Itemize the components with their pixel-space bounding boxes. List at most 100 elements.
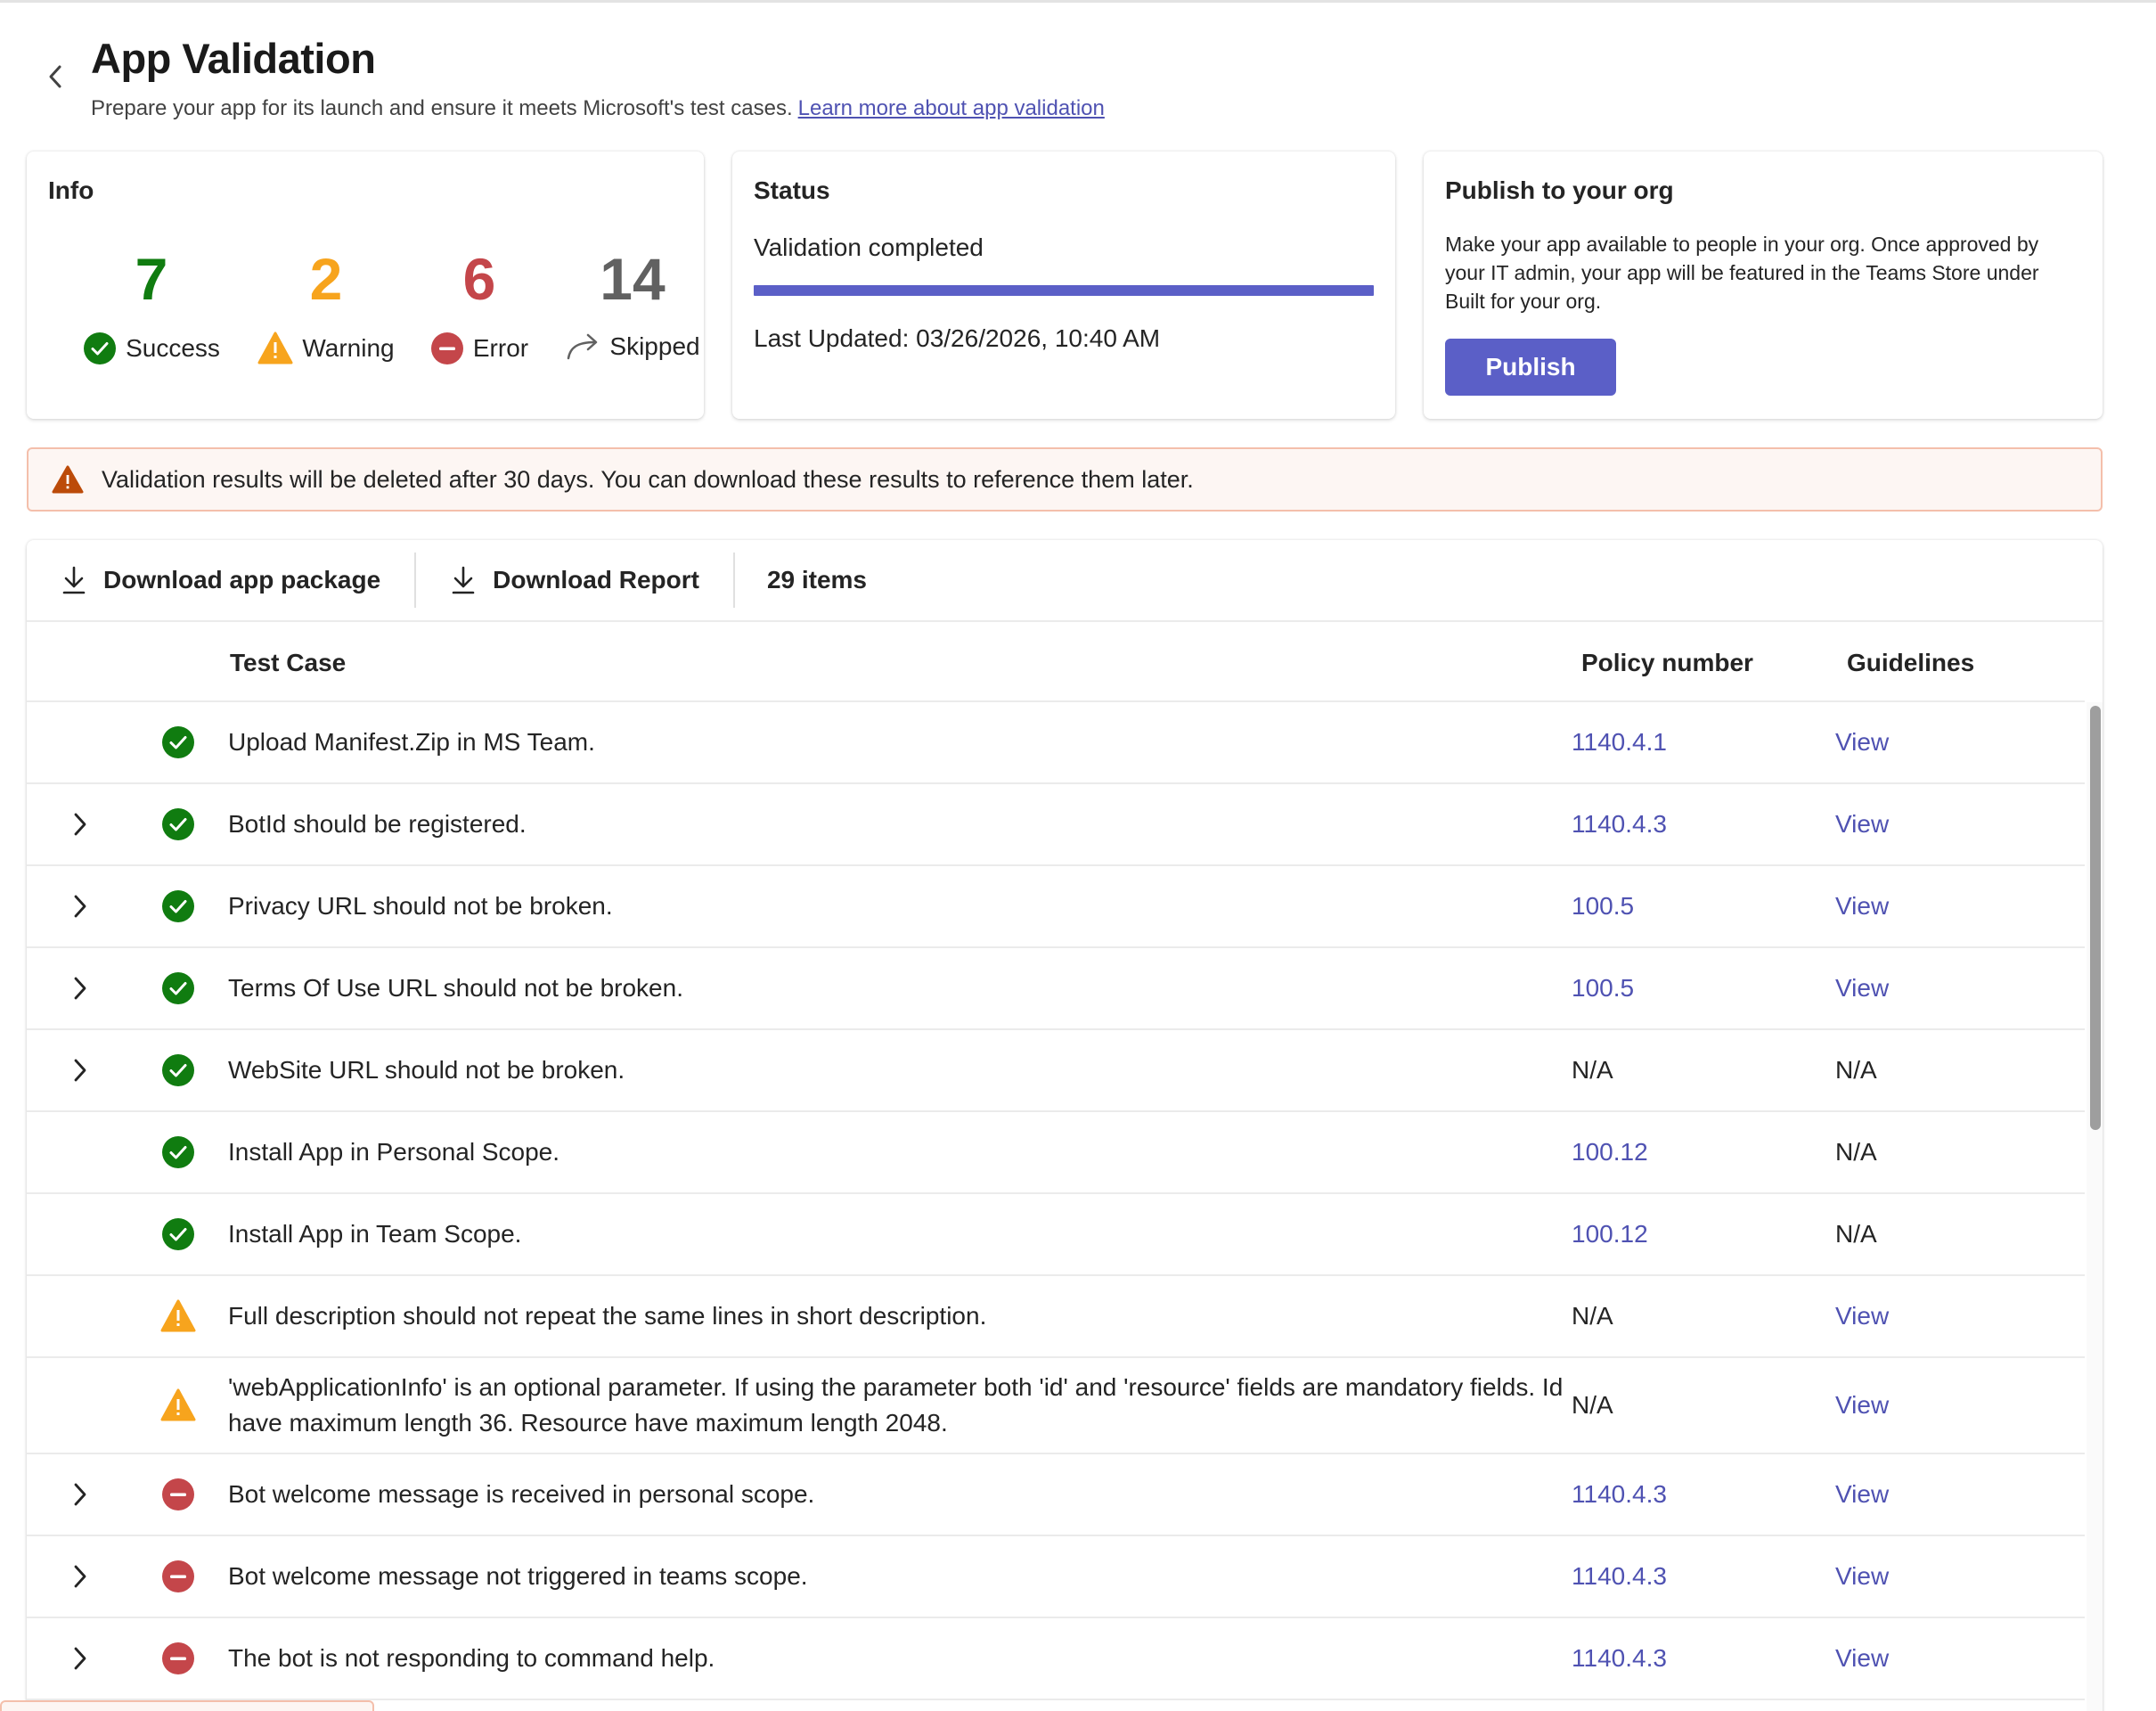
test-case-text: Install App in Team Scope. xyxy=(228,1220,522,1248)
expand-row-button[interactable] xyxy=(62,784,98,864)
check-circle-icon xyxy=(162,1054,194,1086)
stat-error: 6 Error xyxy=(399,250,559,365)
download-icon xyxy=(62,566,86,594)
guidelines-view-link[interactable]: View xyxy=(1835,784,1889,864)
info-card-title: Info xyxy=(48,176,94,204)
test-case-text: Terms Of Use URL should not be broken. xyxy=(228,974,683,1002)
publish-card: Publish to your org Make your app availa… xyxy=(1424,151,2103,419)
table-scrollbar[interactable] xyxy=(2087,702,2103,1711)
download-app-package-label: Download app package xyxy=(103,566,381,594)
table-row[interactable]: Privacy URL should not be broken. 100.5 Vi… xyxy=(27,866,2085,948)
check-circle-icon xyxy=(162,726,194,758)
publish-description: Make your app available to people in you… xyxy=(1445,233,2039,313)
warning-triangle-icon xyxy=(52,465,84,494)
guidelines-view-link[interactable]: View xyxy=(1835,1618,1889,1699)
publish-button[interactable]: Publish xyxy=(1445,339,1616,396)
check-circle-icon xyxy=(84,332,117,364)
learn-more-link[interactable]: Learn more about app validation xyxy=(798,96,1105,120)
validation-progress-bar xyxy=(754,285,1374,296)
download-report-button[interactable]: Download Report xyxy=(416,553,733,608)
chevron-right-icon xyxy=(74,895,86,918)
skipped-count: 14 xyxy=(600,246,666,312)
guidelines-view-link[interactable]: View xyxy=(1835,948,1889,1028)
table-row[interactable]: The bot is not responding to command hel… xyxy=(27,1618,2085,1700)
page-subtitle: Prepare your app for its launch and ensu… xyxy=(91,96,1105,121)
expand-row-button[interactable] xyxy=(62,1536,98,1617)
table-row[interactable]: Bot welcome message not triggered in tea… xyxy=(27,1536,2085,1618)
policy-number-link[interactable]: 100.12 xyxy=(1572,1194,1648,1274)
status-card: Status Validation completed Last Updated… xyxy=(732,151,1395,419)
table-row[interactable]: 'webApplicationInfo' is an optional para… xyxy=(27,1358,2085,1454)
warning-label-row: Warning xyxy=(246,332,406,365)
test-case-text: Bot welcome message not triggered in tea… xyxy=(228,1562,808,1590)
table-row[interactable]: WebSite URL should not be broken. N/A N/A xyxy=(27,1030,2085,1112)
policy-number-link[interactable]: 100.5 xyxy=(1572,866,1634,946)
arrow-forward-icon xyxy=(568,333,598,360)
download-report-label: Download Report xyxy=(493,566,699,594)
expand-row-button[interactable] xyxy=(62,1454,98,1535)
table-row[interactable]: Bot welcome message is received in perso… xyxy=(27,1454,2085,1536)
skipped-label: Skipped xyxy=(609,332,700,360)
guidelines-view-link[interactable]: View xyxy=(1835,1536,1889,1617)
policy-number-link[interactable]: 1140.4.3 xyxy=(1572,1536,1667,1617)
test-case-text: 'webApplicationInfo' is an optional para… xyxy=(228,1373,1564,1437)
success-count: 7 xyxy=(135,246,168,312)
guidelines-text: N/A xyxy=(1835,1220,1877,1248)
download-app-package-button[interactable]: Download app package xyxy=(27,553,414,608)
policy-number-link[interactable]: 100.5 xyxy=(1572,948,1634,1028)
expand-row-button[interactable] xyxy=(62,1618,98,1699)
table-row[interactable]: Install App in Personal Scope. 100.12 N/A xyxy=(27,1112,2085,1194)
row-status-icon xyxy=(160,1358,196,1453)
table-header: Test Case Policy number Guidelines xyxy=(27,622,2085,702)
back-button[interactable] xyxy=(39,59,71,94)
guidelines-view-link[interactable]: View xyxy=(1835,1276,1889,1356)
stat-skipped: 14 Skipped xyxy=(552,250,713,362)
warning-triangle-icon xyxy=(257,332,293,364)
download-icon xyxy=(452,566,475,594)
guidelines-text: N/A xyxy=(1835,1138,1877,1166)
policy-number-link[interactable]: 1140.4.1 xyxy=(1572,702,1667,782)
row-status-icon xyxy=(160,1112,196,1192)
header-guidelines[interactable]: Guidelines xyxy=(1847,649,1974,677)
row-status-icon xyxy=(160,1536,196,1617)
table-row[interactable]: Terms Of Use URL should not be broken. 10… xyxy=(27,948,2085,1030)
expand-row-button[interactable] xyxy=(62,866,98,946)
row-status-icon xyxy=(160,1618,196,1699)
policy-number-link[interactable]: 1140.4.3 xyxy=(1572,1618,1667,1699)
guidelines-view-link[interactable]: View xyxy=(1835,866,1889,946)
policy-number-text: N/A xyxy=(1572,1302,1613,1330)
chevron-right-icon xyxy=(74,1565,86,1588)
check-circle-icon xyxy=(162,972,194,1004)
table-row[interactable]: BotId should be registered. 1140.4.3 View xyxy=(27,784,2085,866)
table-row[interactable]: Full description should not repeat the s… xyxy=(27,1276,2085,1358)
guidelines-view-link[interactable]: View xyxy=(1835,1358,1889,1453)
test-case-text: Privacy URL should not be broken. xyxy=(228,892,613,920)
scrollbar-thumb[interactable] xyxy=(2090,706,2101,1130)
test-case-text: Upload Manifest.Zip in MS Team. xyxy=(228,728,595,756)
row-status-icon xyxy=(160,1454,196,1535)
expand-row-button[interactable] xyxy=(62,1030,98,1110)
table-row[interactable]: Install App in Team Scope. 100.12 N/A xyxy=(27,1194,2085,1276)
table-row[interactable]: Upload Manifest.Zip in MS Team. 1140.4.1 V… xyxy=(27,702,2085,784)
guidelines-view-link[interactable]: View xyxy=(1835,1454,1889,1535)
guidelines-text: N/A xyxy=(1835,1056,1877,1084)
guidelines-view-link[interactable]: View xyxy=(1835,702,1889,782)
policy-number-link[interactable]: 1140.4.3 xyxy=(1572,784,1667,864)
header-test-case[interactable]: Test Case xyxy=(230,649,346,677)
minus-circle-icon xyxy=(162,1642,194,1674)
policy-number-link[interactable]: 100.12 xyxy=(1572,1112,1648,1192)
row-status-icon xyxy=(160,784,196,864)
stat-success: 7 Success xyxy=(71,250,232,365)
banner-text: Validation results will be deleted after… xyxy=(102,465,1194,493)
header-policy-number[interactable]: Policy number xyxy=(1581,649,1753,677)
policy-number-link[interactable]: 1140.4.3 xyxy=(1572,1454,1667,1535)
expand-row-button[interactable] xyxy=(62,948,98,1028)
error-count: 6 xyxy=(462,246,496,312)
test-case-text: WebSite URL should not be broken. xyxy=(228,1056,625,1084)
items-count: 29 items xyxy=(766,566,868,594)
status-card-title: Status xyxy=(754,176,830,204)
bottom-notification-edge xyxy=(0,1700,374,1711)
row-status-icon xyxy=(160,948,196,1028)
skipped-label-row: Skipped xyxy=(552,332,713,362)
test-case-text: Install App in Personal Scope. xyxy=(228,1138,560,1166)
